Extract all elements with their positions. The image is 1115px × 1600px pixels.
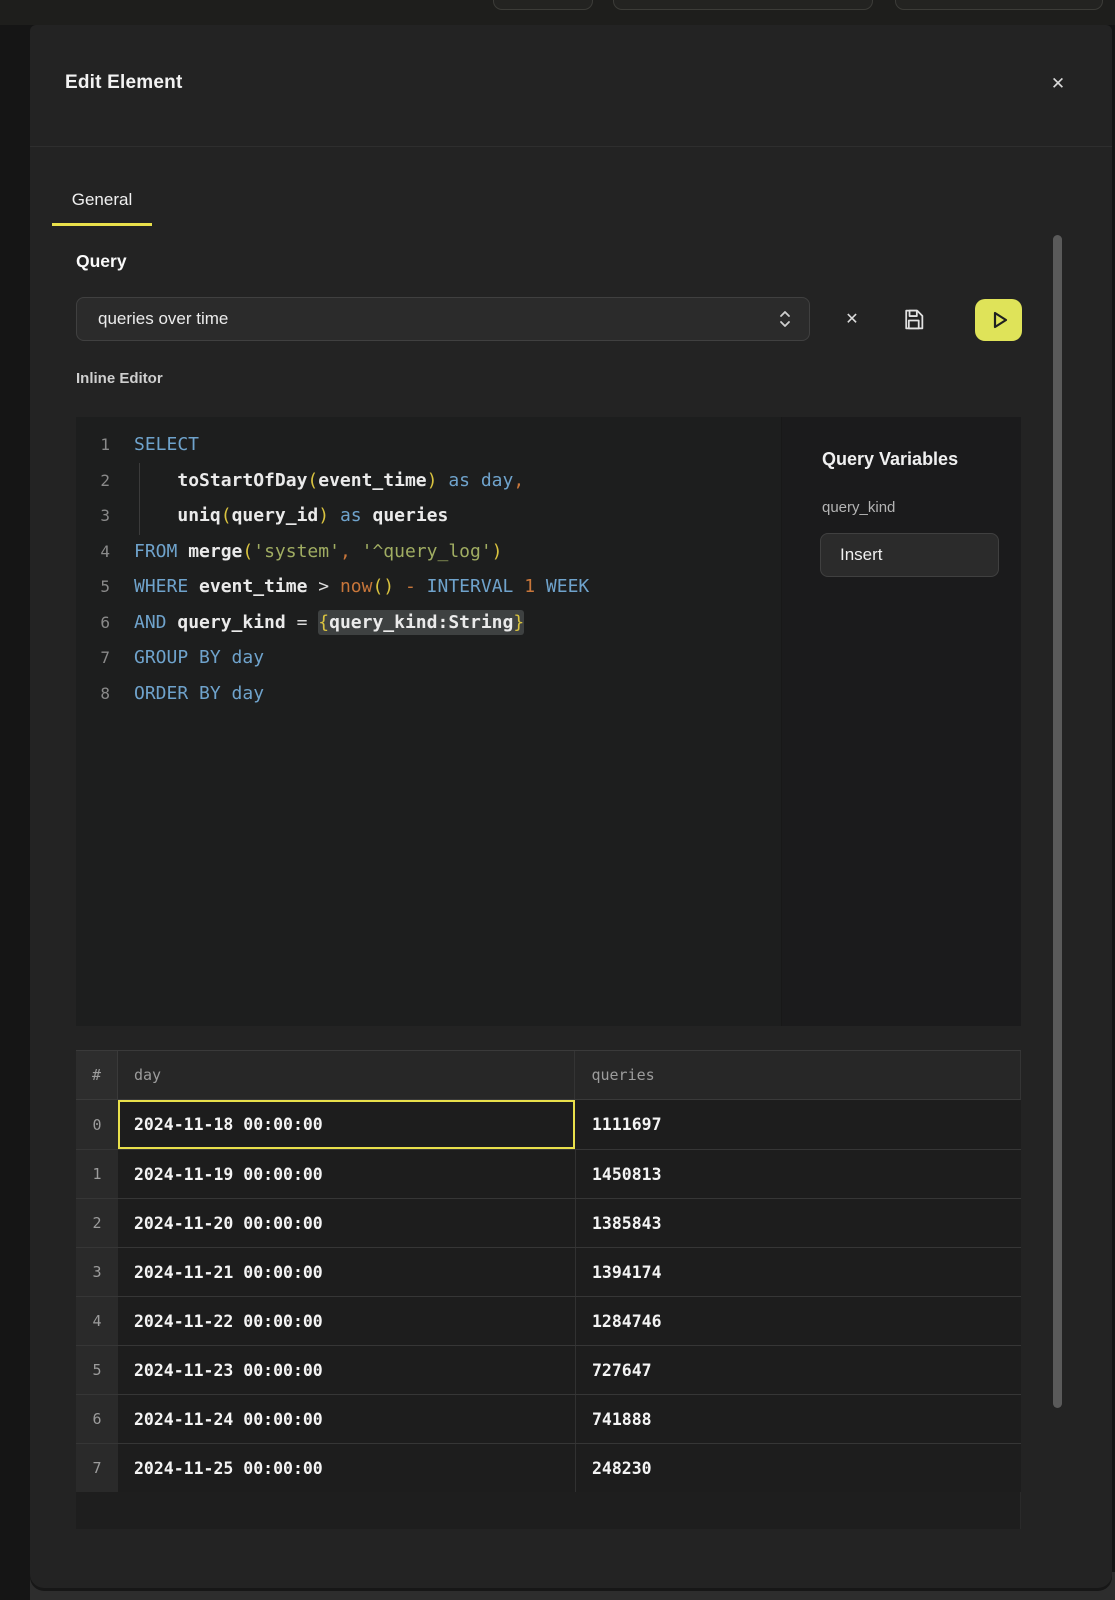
table-row: 72024-11-25 00:00:00248230 <box>76 1443 1021 1492</box>
query-variable-placeholder: {query_kind:String} <box>318 610 524 635</box>
table-cell-queries[interactable]: 741888 <box>576 1395 1021 1443</box>
close-button[interactable]: ✕ <box>1043 69 1073 99</box>
table-cell-queries[interactable]: 1385843 <box>576 1199 1021 1247</box>
row-index-cell[interactable]: 0 <box>76 1100 118 1149</box>
results-table-footer <box>76 1492 1021 1529</box>
play-icon <box>987 308 1011 332</box>
row-index-cell[interactable]: 5 <box>76 1346 118 1394</box>
insert-variable-button[interactable]: Insert <box>820 533 999 577</box>
screen: Edit Element ✕ General Query queries ove… <box>0 0 1115 1600</box>
code-text: GROUP BY day <box>110 640 264 676</box>
code-text: ORDER BY day <box>110 676 264 712</box>
close-icon: ✕ <box>1051 74 1065 94</box>
line-number: 4 <box>76 534 110 570</box>
line-number: 3 <box>76 498 110 534</box>
code-line[interactable]: 8ORDER BY day <box>76 676 781 712</box>
row-index-cell[interactable]: 7 <box>76 1444 118 1492</box>
background-topbar <box>0 0 1115 25</box>
run-query-button[interactable] <box>975 299 1022 341</box>
row-index-cell[interactable]: 6 <box>76 1395 118 1443</box>
code-line[interactable]: 6AND query_kind = {query_kind:String} <box>76 605 781 641</box>
table-cell-queries[interactable]: 727647 <box>576 1346 1021 1394</box>
results-table-body: 02024-11-18 00:00:00111169712024-11-19 0… <box>76 1100 1021 1492</box>
query-section-heading: Query <box>76 251 127 272</box>
table-cell-queries[interactable]: 1394174 <box>576 1248 1021 1296</box>
variable-name-label: query_kind <box>822 499 895 516</box>
table-row: 42024-11-22 00:00:001284746 <box>76 1296 1021 1345</box>
table-cell-queries[interactable]: 1111697 <box>576 1100 1021 1149</box>
sql-editor[interactable]: 1SELECT2 toStartOfDay(event_time) as day… <box>76 417 781 1026</box>
save-query-button[interactable] <box>896 302 930 336</box>
background-toolbar-button-3 <box>895 0 1103 10</box>
row-index-cell[interactable]: 3 <box>76 1248 118 1296</box>
table-cell-queries[interactable]: 248230 <box>576 1444 1021 1492</box>
table-cell-day[interactable]: 2024-11-20 00:00:00 <box>118 1199 576 1247</box>
table-row: 12024-11-19 00:00:001450813 <box>76 1149 1021 1198</box>
query-variables-panel: Query Variables query_kind Insert <box>781 417 1021 1026</box>
table-row: 62024-11-24 00:00:00741888 <box>76 1394 1021 1443</box>
line-number: 7 <box>76 640 110 676</box>
code-text: FROM merge('system', '^query_log') <box>110 534 503 570</box>
modal-title: Edit Element <box>65 72 182 94</box>
column-header-day: day <box>118 1051 576 1099</box>
table-row: 22024-11-20 00:00:001385843 <box>76 1198 1021 1247</box>
table-cell-day[interactable]: 2024-11-24 00:00:00 <box>118 1395 576 1443</box>
table-cell-day[interactable]: 2024-11-25 00:00:00 <box>118 1444 576 1492</box>
table-cell-queries[interactable]: 1284746 <box>576 1297 1021 1345</box>
table-row: 32024-11-21 00:00:001394174 <box>76 1247 1021 1296</box>
code-line[interactable]: 3 uniq(query_id) as queries <box>76 498 781 534</box>
edit-element-modal: Edit Element ✕ General Query queries ove… <box>30 25 1112 1588</box>
column-header-index: # <box>76 1051 118 1099</box>
tab-general[interactable]: General <box>52 177 152 226</box>
indent-guide <box>139 463 140 535</box>
save-icon <box>901 307 926 332</box>
line-number: 6 <box>76 605 110 641</box>
table-row: 52024-11-23 00:00:00727647 <box>76 1345 1021 1394</box>
code-line[interactable]: 7GROUP BY day <box>76 640 781 676</box>
code-text: toStartOfDay(event_time) as day, <box>110 463 524 499</box>
query-variables-title: Query Variables <box>822 449 958 470</box>
code-line[interactable]: 4FROM merge('system', '^query_log') <box>76 534 781 570</box>
code-text: AND query_kind = {query_kind:String} <box>110 605 524 641</box>
tab-general-label: General <box>72 190 132 210</box>
modal-scrollbar[interactable] <box>1053 235 1062 1408</box>
background-toolbar-button-2 <box>613 0 873 10</box>
line-number: 2 <box>76 463 110 499</box>
code-line[interactable]: 1SELECT <box>76 427 781 463</box>
clear-icon: ✕ <box>845 309 858 329</box>
background-toolbar-button-1 <box>493 0 593 10</box>
code-lines: 1SELECT2 toStartOfDay(event_time) as day… <box>76 427 781 711</box>
line-number: 1 <box>76 427 110 463</box>
code-line[interactable]: 5WHERE event_time > now() - INTERVAL 1 W… <box>76 569 781 605</box>
editor-container: 1SELECT2 toStartOfDay(event_time) as day… <box>76 417 1021 1026</box>
code-text: SELECT <box>110 427 199 463</box>
header-divider <box>30 146 1112 147</box>
line-number: 5 <box>76 569 110 605</box>
column-header-queries: queries <box>575 1051 1020 1099</box>
table-cell-queries[interactable]: 1450813 <box>576 1150 1021 1198</box>
query-select-value: queries over time <box>98 309 777 329</box>
table-row: 02024-11-18 00:00:001111697 <box>76 1100 1021 1149</box>
query-select[interactable]: queries over time <box>76 297 810 341</box>
table-cell-day[interactable]: 2024-11-22 00:00:00 <box>118 1297 576 1345</box>
table-cell-day[interactable]: 2024-11-21 00:00:00 <box>118 1248 576 1296</box>
insert-button-label: Insert <box>840 545 883 565</box>
table-cell-day[interactable]: 2024-11-18 00:00:00 <box>118 1100 576 1149</box>
results-table-header: # day queries <box>76 1050 1021 1100</box>
row-index-cell[interactable]: 2 <box>76 1199 118 1247</box>
clear-query-button[interactable]: ✕ <box>835 302 869 336</box>
code-line[interactable]: 2 toStartOfDay(event_time) as day, <box>76 463 781 499</box>
chevron-up-down-icon <box>777 308 793 330</box>
code-text: uniq(query_id) as queries <box>110 498 448 534</box>
code-text: WHERE event_time > now() - INTERVAL 1 WE… <box>110 569 589 605</box>
results-table: # day queries 02024-11-18 00:00:00111169… <box>76 1050 1021 1529</box>
line-number: 8 <box>76 676 110 712</box>
row-index-cell[interactable]: 1 <box>76 1150 118 1198</box>
table-cell-day[interactable]: 2024-11-23 00:00:00 <box>118 1346 576 1394</box>
row-index-cell[interactable]: 4 <box>76 1297 118 1345</box>
inline-editor-label: Inline Editor <box>76 370 163 387</box>
table-cell-day[interactable]: 2024-11-19 00:00:00 <box>118 1150 576 1198</box>
